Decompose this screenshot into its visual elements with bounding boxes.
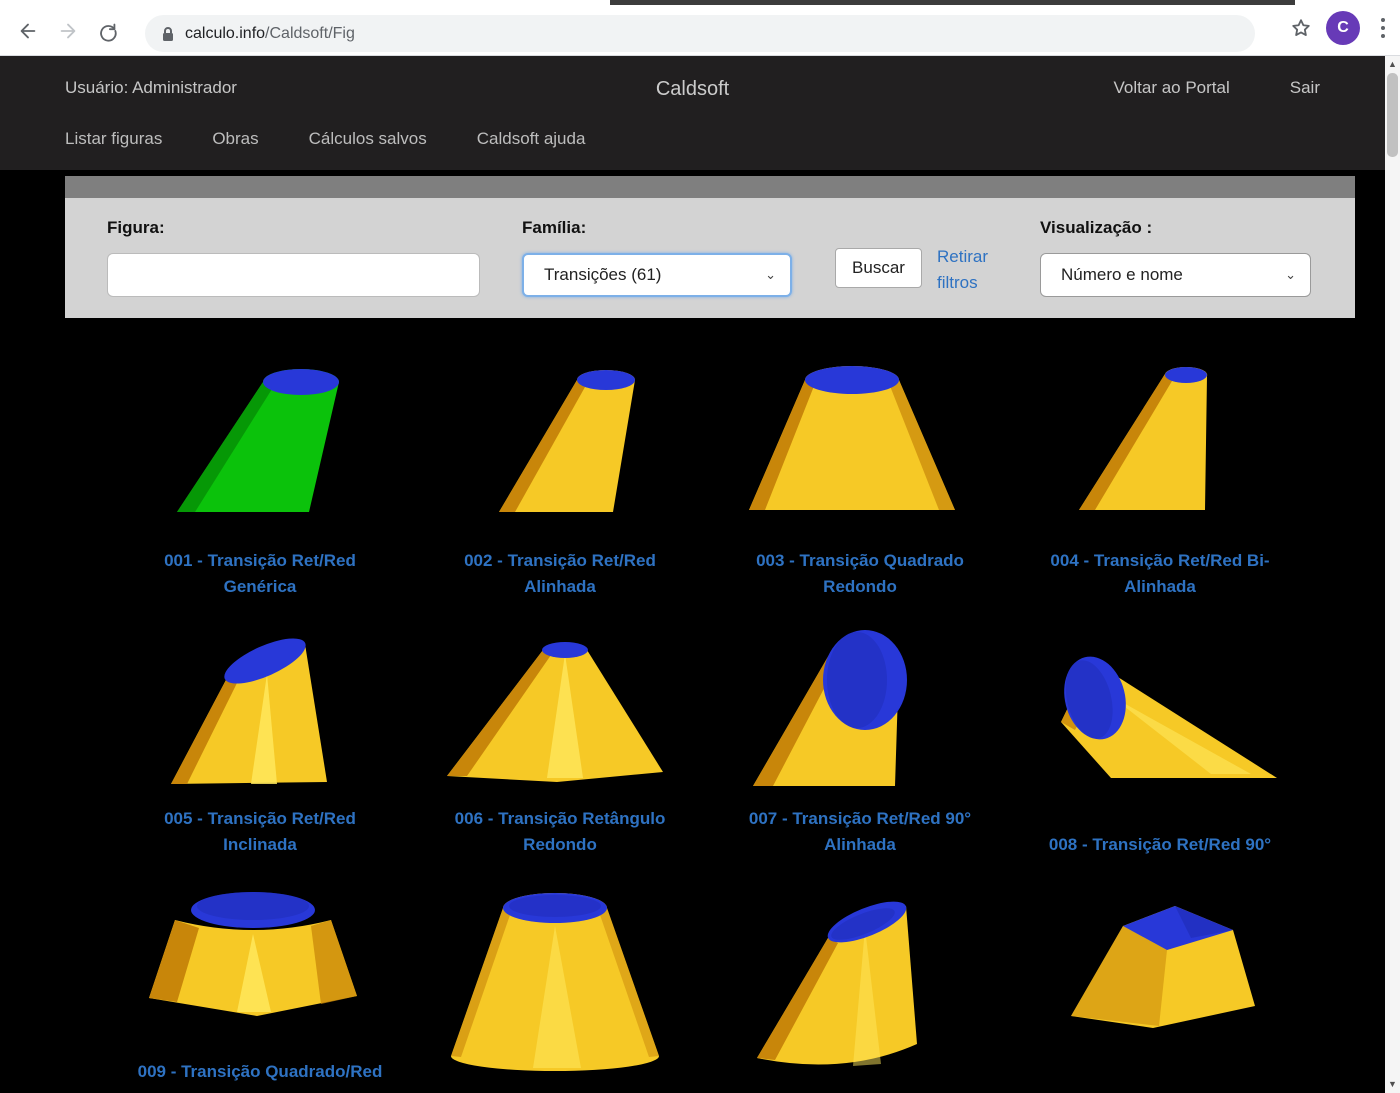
figure-card-010[interactable] [410,876,710,1093]
figure-caption-link[interactable]: 007 - Transição Ret/Red 90° Alinhada [735,806,985,858]
chevron-down-icon: ⌄ [1285,267,1296,283]
browser-toolbar: calculo.info/Caldsoft/Fig [0,6,1400,55]
figure-card-006[interactable]: 006 - Transição Retângulo Redondo [410,618,710,858]
visualizacao-label: Visualização : [1040,218,1152,238]
figure-caption-link[interactable]: 004 - Transição Ret/Red Bi-Alinhada [1035,548,1285,600]
figure-caption-link[interactable]: 002 - Transição Ret/Red Alinhada [435,548,685,600]
logout-link[interactable]: Sair [1290,78,1320,98]
page-scrollbar[interactable]: ▲ ▼ [1384,56,1400,1093]
site-header: Usuário: Administrador Caldsoft Voltar a… [0,56,1385,170]
visualizacao-select[interactable]: Número e nome ⌄ [1040,253,1311,297]
figure-card-008[interactable]: 008 - Transição Ret/Red 90° [1010,618,1310,858]
transition-3d-shape [115,876,405,1051]
site-title: Caldsoft [495,78,890,101]
figure-thumbnail[interactable] [1015,340,1305,540]
url-path: /Caldsoft/Fig [265,25,355,42]
figure-thumbnail[interactable] [415,340,705,540]
figure-card-002[interactable]: 002 - Transição Ret/Red Alinhada [410,340,710,600]
nav-caldsoft-ajuda[interactable]: Caldsoft ajuda [477,129,586,149]
scroll-up-arrow-icon[interactable]: ▲ [1385,56,1400,71]
transition-3d-shape [1015,618,1305,798]
familia-selected-value: Transições (61) [544,265,661,285]
main-nav: Listar figuras Obras Cálculos salvos Cal… [0,101,1385,149]
figure-card-011[interactable] [710,876,1010,1093]
browser-chrome: calculo.info/Caldsoft/Fig C [0,0,1400,56]
address-bar[interactable]: calculo.info/Caldsoft/Fig [145,15,1255,52]
reload-icon [97,20,119,42]
logged-user-label: Usuário: Administrador [65,78,495,98]
figure-card-005[interactable]: 005 - Transição Ret/Red Inclinada [110,618,410,858]
figure-grid: 001 - Transição Ret/Red Genérica 002 - T… [110,340,1310,1093]
nav-listar-figuras[interactable]: Listar figuras [65,129,162,149]
portal-link[interactable]: Voltar ao Portal [1114,78,1230,98]
back-arrow-icon [17,20,39,42]
chevron-down-icon: ⌄ [765,267,776,283]
figure-card-009[interactable]: 009 - Transição Quadrado/Red [110,876,410,1093]
visualizacao-selected-value: Número e nome [1061,265,1183,285]
transition-3d-shape [1015,340,1305,540]
figure-card-003[interactable]: 003 - Transição Quadrado Redondo [710,340,1010,600]
figure-thumbnail[interactable] [115,618,405,798]
panel-top-strip [65,176,1355,198]
transition-3d-shape [1015,876,1305,1086]
figure-caption-link[interactable]: 009 - Transição Quadrado/Red [135,1059,385,1085]
figure-caption-link[interactable]: 001 - Transição Ret/Red Genérica [135,548,385,600]
figure-card-012[interactable] [1010,876,1310,1093]
figure-card-001[interactable]: 001 - Transição Ret/Red Genérica [110,340,410,600]
transition-3d-shape [415,340,705,540]
scroll-down-arrow-icon[interactable]: ▼ [1385,1076,1400,1091]
kebab-menu-icon [1380,17,1386,39]
figure-thumbnail[interactable] [415,876,705,1086]
figure-thumbnail[interactable] [715,340,1005,540]
profile-avatar[interactable]: C [1326,11,1360,45]
lock-icon [161,26,175,42]
nav-calculos-salvos[interactable]: Cálculos salvos [309,129,427,149]
figure-card-007[interactable]: 007 - Transição Ret/Red 90° Alinhada [710,618,1010,858]
transition-3d-shape [715,876,1005,1086]
url-text: calculo.info/Caldsoft/Fig [185,25,355,43]
figure-thumbnail[interactable] [1015,618,1305,798]
figure-caption-link[interactable]: 003 - Transição Quadrado Redondo [735,548,985,600]
url-host: calculo.info [185,25,265,42]
tab-strip-fragment [610,0,1295,5]
transition-3d-shape [115,618,405,798]
familia-label: Família: [522,218,586,238]
reload-button[interactable] [88,11,128,51]
figure-thumbnail[interactable] [715,618,1005,798]
page-content: Usuário: Administrador Caldsoft Voltar a… [0,56,1385,1093]
transition-3d-shape [415,876,705,1086]
figure-caption-link[interactable]: 006 - Transição Retângulo Redondo [435,806,685,858]
transition-3d-shape [115,340,405,540]
transition-3d-shape [715,340,1005,540]
figure-thumbnail[interactable] [1015,876,1305,1086]
scrollbar-thumb[interactable] [1387,73,1398,157]
browser-menu-button[interactable] [1374,17,1392,39]
figura-label: Figura: [107,218,165,238]
figure-caption-link[interactable]: 005 - Transição Ret/Red Inclinada [135,806,385,858]
back-button[interactable] [8,11,48,51]
buscar-button[interactable]: Buscar [835,248,922,288]
familia-select[interactable]: Transições (61) ⌄ [522,253,792,297]
figure-card-004[interactable]: 004 - Transição Ret/Red Bi-Alinhada [1010,340,1310,600]
transition-3d-shape [415,618,705,798]
figure-thumbnail[interactable] [115,340,405,540]
forward-arrow-icon [57,20,79,42]
figure-thumbnail[interactable] [715,876,1005,1086]
figure-thumbnail[interactable] [415,618,705,798]
figure-thumbnail[interactable] [115,876,405,1051]
figure-caption-link[interactable]: 008 - Transição Ret/Red 90° [1035,806,1285,858]
transition-3d-shape [715,618,1005,798]
star-icon [1290,17,1312,39]
bookmark-star-button[interactable] [1290,17,1312,39]
nav-obras[interactable]: Obras [212,129,258,149]
forward-button[interactable] [48,11,88,51]
retirar-filtros-link[interactable]: Retirar filtros [937,244,1007,296]
filter-panel: Figura: Família: Transições (61) ⌄ Busca… [65,198,1355,318]
figura-input[interactable] [107,253,480,297]
